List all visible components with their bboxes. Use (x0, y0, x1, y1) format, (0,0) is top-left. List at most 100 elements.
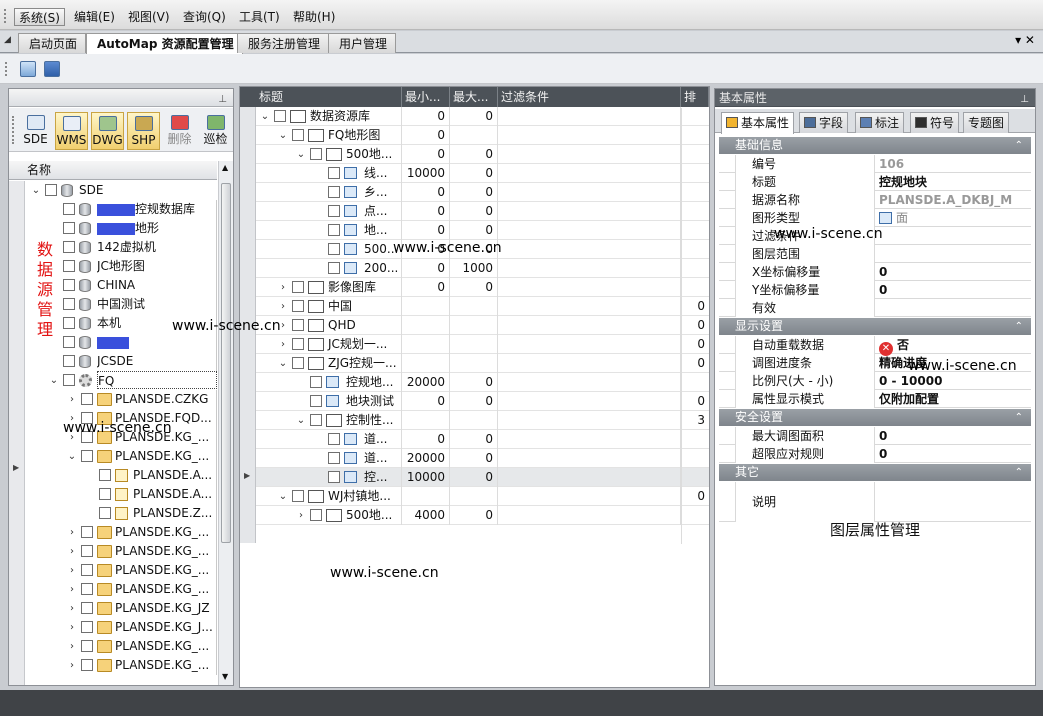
menu-item[interactable]: 查询(Q) (179, 8, 230, 26)
scroll-down-icon[interactable]: ▼ (222, 672, 228, 681)
grid-row[interactable]: 乡... 0 0 (256, 183, 709, 202)
menu-item[interactable]: 系统(S) (14, 8, 65, 26)
expand-arrow-icon[interactable]: ⌄ (278, 487, 288, 506)
doc-tab[interactable]: 服务注册管理 (237, 33, 330, 53)
expand-arrow-icon[interactable]: ⌄ (296, 145, 306, 164)
expand-arrow-icon[interactable]: ⌄ (260, 107, 270, 126)
grid-checkbox[interactable] (310, 509, 322, 521)
collapse-arrow-icon[interactable]: › (67, 580, 77, 599)
tree-checkbox[interactable] (45, 184, 57, 196)
tree-checkbox[interactable] (99, 507, 111, 519)
grid-checkbox[interactable] (292, 281, 304, 293)
tree-node[interactable]: › PLANSDE.KG_J... (29, 618, 217, 637)
tree-checkbox[interactable] (81, 621, 93, 633)
scroll-up-icon[interactable]: ▲ (222, 163, 228, 172)
sde-button[interactable]: SDE (19, 112, 52, 150)
tab-controls[interactable]: ▾ ✕ (1015, 33, 1035, 47)
property-value[interactable]: 0 (879, 427, 887, 445)
tree-checkbox[interactable] (63, 298, 75, 310)
tree-node[interactable]: PLANSDE.A... (29, 485, 217, 504)
property-row[interactable]: 说明 (719, 482, 1031, 522)
tree-scrollbar[interactable]: ▲ ▼ (218, 161, 233, 685)
expand-arrow-icon[interactable]: ⌄ (278, 354, 288, 373)
expand-arrow-icon[interactable]: ⌄ (49, 371, 59, 390)
tab-symbols[interactable]: 符号 (910, 112, 960, 133)
tree-node[interactable]: › PLANSDE.KG_JZ (29, 599, 217, 618)
doc-tab[interactable]: 启动页面 (18, 33, 87, 53)
grid-checkbox[interactable] (328, 452, 340, 464)
property-value[interactable]: 控规地块 (879, 173, 927, 191)
tree-node[interactable]: › PLANSDE.KG_... (29, 637, 217, 656)
property-value[interactable]: 仅附加配置 (879, 390, 939, 408)
grid-row[interactable]: › 中国 0 (256, 297, 709, 316)
collapse-arrow-icon[interactable]: › (67, 656, 77, 675)
property-row[interactable]: 有效 (719, 299, 1031, 317)
property-value[interactable]: 0 (879, 263, 887, 281)
grid-row[interactable]: ⌄ ZJG控规一... 0 (256, 354, 709, 373)
property-section-header[interactable]: 显示设置 ⌃ (719, 318, 1031, 335)
grid-row[interactable]: › QHD 0 (256, 316, 709, 335)
grid-row[interactable]: › 影像图库 0 0 (256, 278, 709, 297)
tab-basic-props[interactable]: 基本属性 (721, 112, 795, 134)
tree-node[interactable]: 地形 (29, 219, 217, 238)
property-value[interactable]: ✕ 否 (879, 336, 909, 356)
menu-item[interactable]: 视图(V) (124, 8, 174, 26)
menu-item[interactable]: 工具(T) (235, 8, 284, 26)
grid-checkbox[interactable] (310, 395, 322, 407)
refresh-icon[interactable] (20, 61, 36, 77)
grid-checkbox[interactable] (328, 167, 340, 179)
property-row[interactable]: 超限应对规则 0 (719, 445, 1031, 463)
collapse-arrow-icon[interactable]: › (67, 637, 77, 656)
tree-checkbox[interactable] (81, 393, 93, 405)
grid-checkbox[interactable] (328, 243, 340, 255)
tree-checkbox[interactable] (81, 659, 93, 671)
tree-node[interactable]: › PLANSDE.KG_... (29, 523, 217, 542)
collapse-arrow-icon[interactable]: › (67, 523, 77, 542)
property-section-header[interactable]: 其它 ⌃ (719, 464, 1031, 481)
property-value[interactable]: 0 (879, 445, 887, 463)
inspect-button[interactable]: 巡检 (199, 112, 232, 150)
property-row[interactable]: 据源名称 PLANSDE.A_DKBJ_M (719, 191, 1031, 209)
grid-row[interactable]: 地块测试 0 0 0 (256, 392, 709, 411)
tree-checkbox[interactable] (81, 564, 93, 576)
tab-thematic[interactable]: 专题图 (963, 112, 1010, 133)
save-icon[interactable] (44, 61, 60, 77)
collapse-arrow-icon[interactable]: › (67, 599, 77, 618)
menu-item[interactable]: 编辑(E) (70, 8, 119, 26)
tab-scroll-icon[interactable]: ◢ (4, 35, 11, 45)
grid-row[interactable]: 线... 10000 0 (256, 164, 709, 183)
tree-checkbox[interactable] (81, 526, 93, 538)
grid-checkbox[interactable] (274, 110, 286, 122)
tree-checkbox[interactable] (63, 260, 75, 272)
tree-column-header[interactable]: 名称 (9, 161, 217, 180)
grid-checkbox[interactable] (292, 129, 304, 141)
tree-checkbox[interactable] (63, 203, 75, 215)
property-value[interactable]: PLANSDE.A_DKBJ_M (879, 191, 1012, 209)
grid-checkbox[interactable] (292, 357, 304, 369)
tree-node[interactable]: 142虚拟机 (29, 238, 217, 257)
property-row[interactable]: 自动重载数据 ✕ 否 (719, 336, 1031, 356)
tree-checkbox[interactable] (63, 355, 75, 367)
tree-checkbox[interactable] (81, 640, 93, 652)
expand-arrow-icon[interactable]: ⌄ (278, 126, 288, 145)
property-row[interactable]: 最大调图面积 0 (719, 427, 1031, 445)
tree-checkbox[interactable] (81, 583, 93, 595)
grid-row[interactable]: ⌄ 控制性... 3 (256, 411, 709, 430)
tree-checkbox[interactable] (99, 469, 111, 481)
tree-checkbox[interactable] (81, 602, 93, 614)
tree-node[interactable]: PLANSDE.Z... (29, 504, 217, 523)
property-value[interactable]: 0 (879, 281, 887, 299)
grid-row[interactable]: 点... 0 0 (256, 202, 709, 221)
expand-arrow-icon[interactable]: ⌄ (296, 411, 306, 430)
tree-node[interactable]: 中国测试 (29, 295, 217, 314)
grid-row[interactable]: 地... 0 0 (256, 221, 709, 240)
scroll-thumb[interactable] (221, 183, 231, 543)
grid-checkbox[interactable] (310, 414, 322, 426)
property-row[interactable]: 属性显示模式 仅附加配置 (719, 390, 1031, 408)
tab-fields[interactable]: 字段 (799, 112, 849, 133)
grid-column-header[interactable]: 标题 (256, 87, 402, 107)
tree-node[interactable]: ⌄ SDE (29, 181, 217, 200)
grid-column-header[interactable]: 过滤条件 (498, 87, 681, 107)
grid-row[interactable]: 控规地... 20000 0 (256, 373, 709, 392)
collapse-arrow-icon[interactable]: › (278, 335, 288, 354)
